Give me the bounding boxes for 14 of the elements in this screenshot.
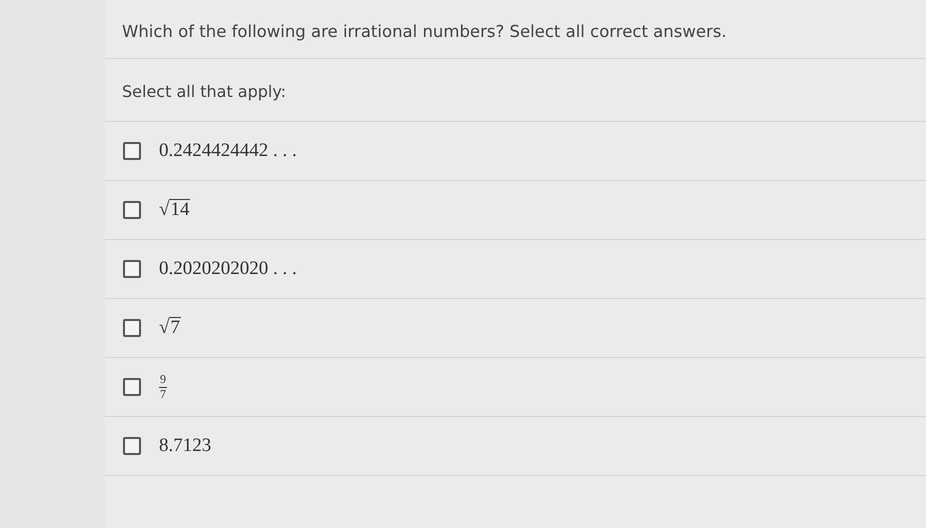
checkbox[interactable] — [123, 260, 141, 278]
option-text: 8.7123 — [159, 435, 212, 457]
instruction-text: Select all that apply: — [122, 82, 286, 101]
checkbox[interactable] — [123, 142, 141, 160]
option-text: 0.2020202020 . . . — [159, 258, 297, 280]
square-root-expression: √14 — [159, 199, 190, 221]
square-root-expression: √7 — [159, 317, 181, 339]
checkbox[interactable] — [123, 319, 141, 337]
option-text: 0.2424424442 . . . — [159, 140, 297, 162]
checkbox[interactable] — [123, 201, 141, 219]
fraction-expression: 9 7 — [159, 373, 167, 401]
checkbox[interactable] — [123, 437, 141, 455]
checkbox[interactable] — [123, 378, 141, 396]
question-text: Which of the following are irrational numbers? Select all correct answers. — [105, 0, 926, 59]
